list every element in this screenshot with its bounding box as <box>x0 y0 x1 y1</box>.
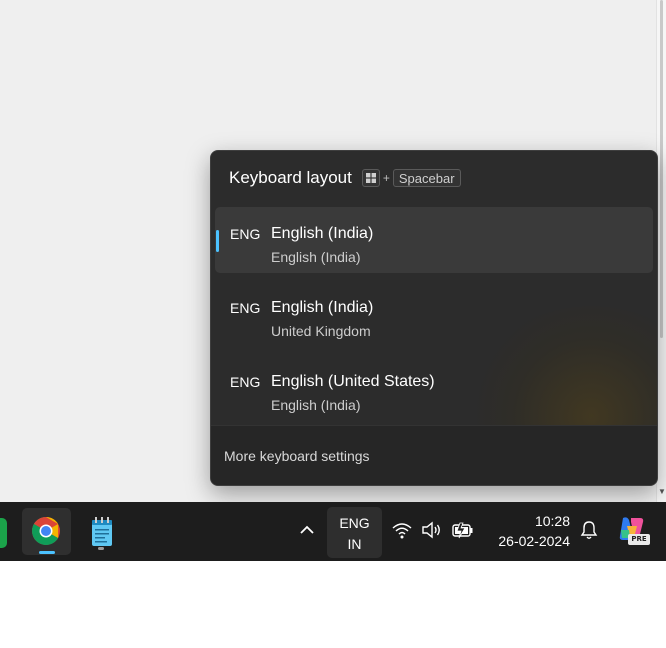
layout-item-english-india[interactable]: ENG English (India) English (India) <box>215 207 653 273</box>
language-indicator-line1: ENG <box>339 515 370 531</box>
taskbar-chrome-button[interactable] <box>22 508 71 555</box>
layout-keyboard-name: English (India) <box>271 397 361 413</box>
layout-item-english-india-uk[interactable]: ENG English (India) United Kingdom <box>215 281 653 347</box>
running-app-indicator <box>98 547 104 550</box>
spacebar-key: Spacebar <box>392 169 461 187</box>
windows-key-icon <box>361 169 380 187</box>
wifi-icon[interactable] <box>391 519 413 541</box>
flyout-header: Keyboard layout + Spacebar <box>229 167 461 189</box>
taskbar-notepad-button[interactable] <box>82 508 122 555</box>
shortcut-plus: + <box>382 171 390 185</box>
layout-language-code: ENG <box>230 374 261 390</box>
chrome-icon <box>32 517 60 545</box>
scroll-down-arrow-icon[interactable]: ▼ <box>657 488 666 496</box>
clock-time: 10:28 <box>534 513 570 529</box>
layout-keyboard-name: United Kingdom <box>271 323 371 339</box>
chevron-up-icon[interactable] <box>296 519 318 541</box>
keyboard-layout-flyout: Keyboard layout + Spacebar ENG English (… <box>210 150 658 486</box>
layout-language-name: English (United States) <box>271 373 435 390</box>
clock-date: 26-02-2024 <box>498 533 570 549</box>
selected-indicator <box>216 230 219 252</box>
layout-language-code: ENG <box>230 226 261 242</box>
taskbar: ENG IN 10:28 26-02-2024 PRE <box>0 502 666 561</box>
notification-bell-icon[interactable] <box>579 519 599 541</box>
clock[interactable]: 10:28 26-02-2024 <box>488 511 570 551</box>
more-keyboard-settings-link[interactable]: More keyboard settings <box>224 448 370 464</box>
language-indicator-button[interactable]: ENG IN <box>327 507 382 558</box>
volume-icon[interactable] <box>420 519 444 541</box>
layout-item-english-us[interactable]: ENG English (United States) English (Ind… <box>215 355 653 421</box>
copilot-button[interactable]: PRE <box>617 514 651 548</box>
layout-language-name: English (India) <box>271 299 374 316</box>
battery-charging-icon[interactable] <box>450 519 474 541</box>
notepad-icon <box>92 517 112 546</box>
language-indicator-line2: IN <box>347 536 362 552</box>
shortcut-hint: + Spacebar <box>361 169 461 187</box>
flyout-footer: More keyboard settings <box>211 425 657 485</box>
layout-language-code: ENG <box>230 300 261 316</box>
active-app-indicator <box>39 551 55 554</box>
layout-language-name: English (India) <box>271 225 374 242</box>
layout-keyboard-name: English (India) <box>271 249 361 265</box>
flyout-title: Keyboard layout <box>229 168 352 187</box>
scrollbar-thumb[interactable] <box>660 0 663 338</box>
partial-app-icon[interactable] <box>0 518 7 548</box>
copilot-preview-badge: PRE <box>628 534 650 545</box>
